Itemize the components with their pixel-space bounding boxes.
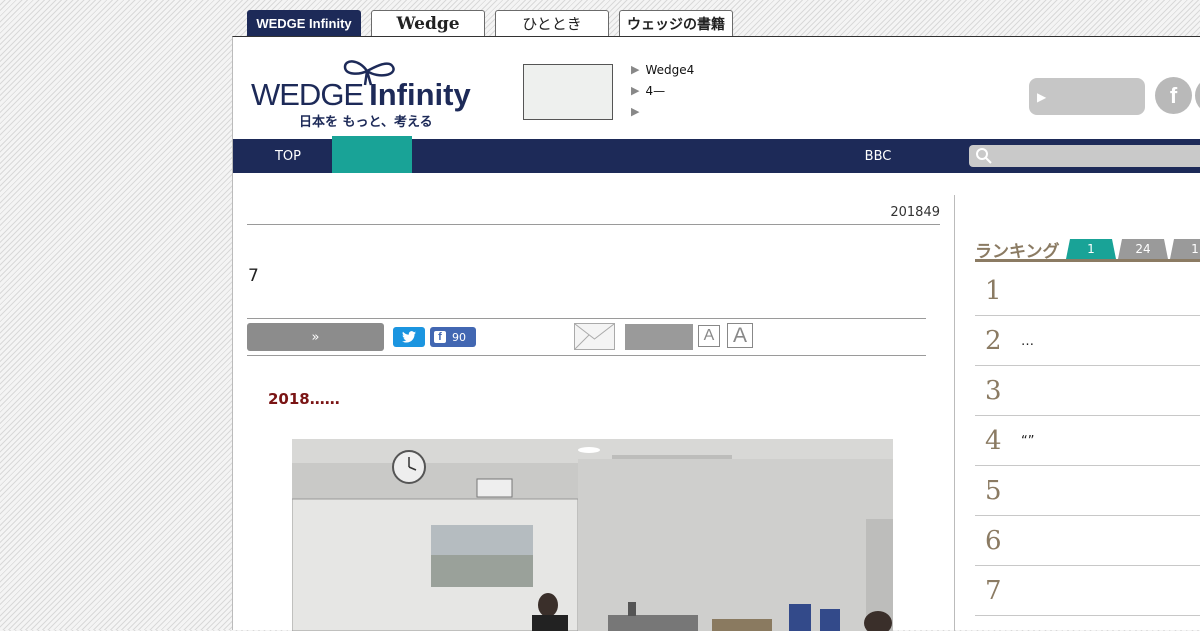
ranking-number: 3: [985, 376, 1002, 406]
site-tab-label: Wedge: [396, 13, 460, 34]
triangle-right-icon: ▶: [631, 84, 640, 97]
font-size-large-button[interactable]: A: [727, 323, 753, 348]
site-tab-books[interactable]: ウェッジの書籍: [619, 10, 733, 36]
member-login-button[interactable]: ▶: [1029, 78, 1145, 115]
continue-label: »: [311, 329, 320, 345]
ranking-item[interactable]: 6: [975, 517, 1200, 566]
ranking-number: 5: [985, 476, 1002, 506]
ranking-item[interactable]: 5: [975, 467, 1200, 516]
ranking-tab-monthly[interactable]: 1: [1170, 239, 1200, 259]
ranking-tab-weekly[interactable]: 24: [1118, 239, 1168, 259]
nav-item-active[interactable]: [332, 136, 412, 173]
logo-tagline: 日本を もっと、考える: [299, 115, 433, 130]
mail-icon[interactable]: [574, 323, 615, 350]
nav-bbc-label: BBC: [864, 148, 892, 164]
header-news-link[interactable]: ▶ 4—: [631, 80, 694, 101]
ranking-item[interactable]: 2…: [975, 317, 1200, 366]
triangle-right-icon: ▶: [631, 63, 640, 76]
logo-infinity-text: Infinity: [369, 77, 471, 112]
search-icon: [976, 148, 992, 164]
ranking-tab-label: 24: [1135, 242, 1151, 256]
article-date: 201849: [890, 205, 940, 220]
nav-top[interactable]: TOP: [253, 139, 323, 173]
font-small-glyph: A: [703, 327, 715, 344]
ranking-number: 7: [985, 576, 1002, 606]
site-tab-wedge[interactable]: Wedge: [371, 10, 485, 36]
twitter-icon: [402, 331, 416, 343]
facebook-share-count: 90: [452, 330, 466, 344]
site-tab-wedge-infinity[interactable]: WEDGE Infinity: [247, 10, 361, 36]
header-ad-image[interactable]: [523, 64, 613, 120]
social-icon[interactable]: [1195, 77, 1200, 114]
logo-wedge-text: WEDGE: [251, 77, 364, 112]
header-news-links: ▶ Wedge4 ▶ 4— ▶: [631, 59, 694, 122]
ranking-tab-label: 1: [1191, 242, 1199, 256]
sidebar-divider: [954, 195, 955, 631]
ranking-tab-label: 1: [1087, 242, 1095, 256]
triangle-right-icon: ▶: [631, 105, 640, 118]
ranking-underline: [975, 259, 1200, 262]
site-tab-label: ウェッジの書籍: [627, 16, 725, 33]
nav-bbc[interactable]: BBC: [853, 139, 903, 173]
nav-top-label: TOP: [274, 148, 301, 164]
ranking-title-text: “”: [1021, 433, 1035, 449]
facebook-icon: f: [434, 331, 446, 343]
divider: [247, 355, 926, 356]
article-lead: 2018……: [268, 390, 340, 408]
header-news-link[interactable]: ▶: [631, 101, 694, 122]
site-logo[interactable]: WEDGE Infinity 日本を もっと、考える: [251, 55, 481, 130]
ranking-number: 4: [985, 426, 1002, 456]
main-nav: TOP BBC: [233, 136, 1200, 173]
divider: [247, 224, 940, 225]
play-icon: ▶: [1037, 89, 1047, 104]
facebook-share-button[interactable]: f 90: [430, 327, 476, 347]
continue-reading-button[interactable]: »: [247, 323, 384, 351]
ranking-title-text: …: [1021, 333, 1034, 349]
article-photo: [292, 439, 893, 631]
ranking-item[interactable]: 1: [975, 267, 1200, 316]
ranking-item[interactable]: 4 “”: [975, 417, 1200, 466]
ranking-item[interactable]: 7: [975, 567, 1200, 616]
ranking-number: 1: [985, 276, 1002, 306]
font-large-glyph: A: [732, 323, 747, 347]
ranking-number: 6: [985, 526, 1002, 556]
news-link-text: 4—: [645, 83, 666, 98]
site-tab-label: ひととき: [522, 15, 582, 33]
facebook-icon[interactable]: f: [1155, 77, 1192, 114]
article-title: 7: [248, 266, 259, 286]
facebook-glyph: f: [1169, 82, 1178, 108]
news-link-text: Wedge4: [645, 62, 695, 77]
site-tab-hitotoki[interactable]: ひととき: [495, 10, 609, 36]
twitter-share-button[interactable]: [393, 327, 425, 347]
site-tab-label: WEDGE Infinity: [256, 16, 352, 31]
print-button[interactable]: [625, 324, 693, 350]
ranking-tab-daily[interactable]: 1: [1066, 239, 1116, 259]
header-news-link[interactable]: ▶ Wedge4: [631, 59, 694, 80]
ranking-item[interactable]: 3: [975, 367, 1200, 416]
font-size-small-button[interactable]: A: [698, 325, 720, 347]
divider: [247, 318, 926, 319]
ranking-number: 2: [985, 326, 1002, 356]
search-input[interactable]: [969, 145, 1200, 167]
